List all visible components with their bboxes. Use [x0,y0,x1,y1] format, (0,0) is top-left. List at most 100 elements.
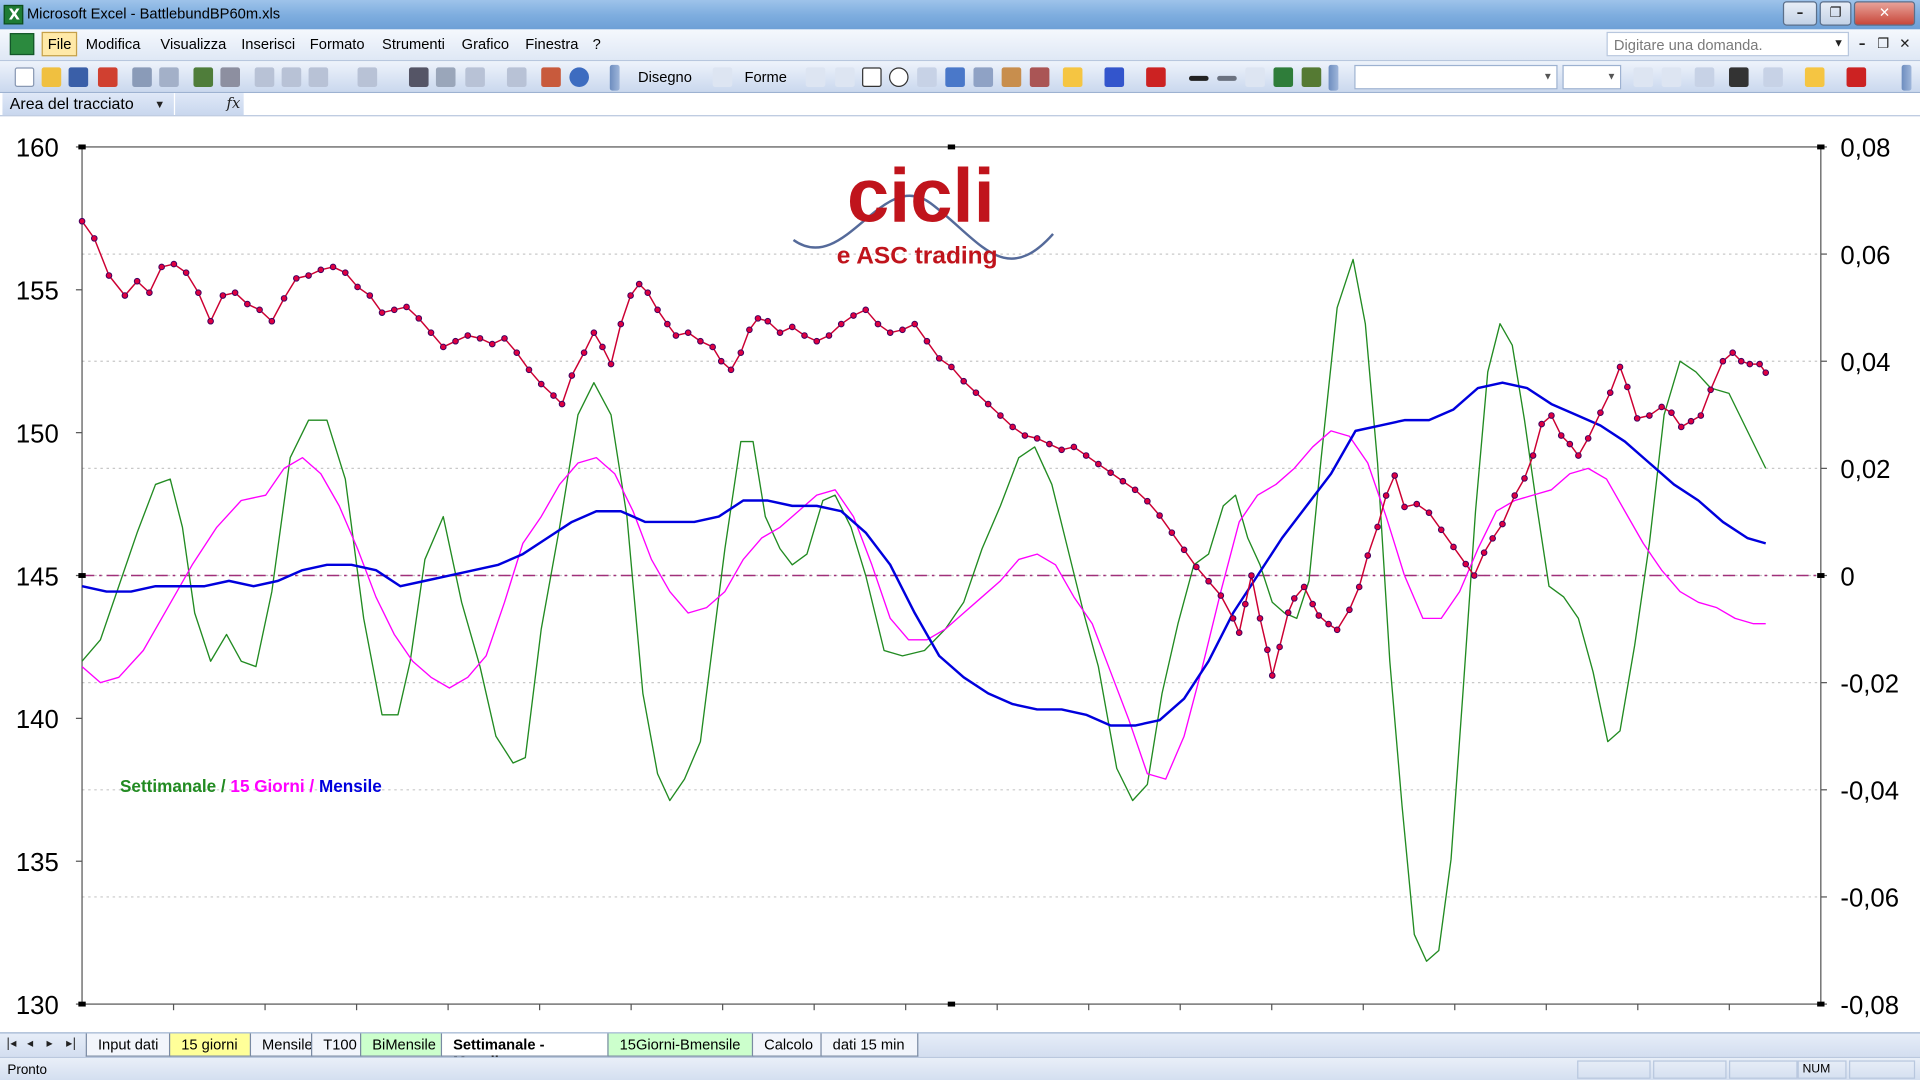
price-point[interactable] [1606,389,1614,396]
selection-handle[interactable] [78,144,86,150]
price-point[interactable] [1480,549,1488,556]
menu-file[interactable]: File [41,31,78,57]
price-point[interactable] [105,272,113,279]
price-point[interactable] [452,337,459,345]
font-size-select[interactable]: ▼ [1562,64,1622,90]
price-point[interactable] [746,326,753,334]
restore-button[interactable]: ❐ [1819,1,1852,26]
sort-icon[interactable] [506,67,527,87]
borders-icon[interactable] [1763,67,1783,87]
price-point[interactable] [1009,423,1016,431]
price-point[interactable] [825,332,833,339]
price-point[interactable] [1391,472,1399,479]
price-point[interactable] [1425,509,1433,516]
help-icon[interactable] [569,67,589,87]
price-point[interactable] [837,320,845,328]
forme-menu[interactable]: Forme [744,69,786,86]
price-point[interactable] [1729,349,1736,356]
doc-minimize-button[interactable]: – [1859,36,1866,52]
price-point[interactable] [1538,420,1545,428]
price-point[interactable] [1566,440,1574,448]
name-box[interactable]: Area del tracciato [2,93,174,116]
price-point[interactable] [1268,672,1276,679]
price-point[interactable] [644,289,652,296]
price-point[interactable] [1413,500,1421,508]
price-point[interactable] [488,340,496,348]
price-point[interactable] [1119,477,1127,485]
price-point[interactable] [1248,572,1255,579]
price-point[interactable] [1168,529,1176,536]
price-point[interactable] [654,306,661,314]
price-point[interactable] [1070,443,1078,451]
cut-icon[interactable] [254,67,275,87]
selection-handle[interactable] [78,1001,86,1007]
price-point[interactable] [1462,560,1470,568]
price-point[interactable] [1217,592,1225,599]
picture-icon[interactable] [1029,67,1050,87]
italic-icon[interactable] [1661,67,1682,87]
price-point[interactable] [427,329,435,336]
price-point[interactable] [1325,620,1332,628]
price-point[interactable] [617,320,625,328]
chevron-down-icon[interactable]: ▼ [154,98,165,110]
price-point[interactable] [727,366,735,374]
price-point[interactable] [121,292,129,299]
price-point[interactable] [1229,615,1237,622]
price-point[interactable] [1205,577,1212,585]
menu-strumenti[interactable]: Strumenti [382,36,445,53]
price-point[interactable] [415,315,423,322]
undo-icon[interactable] [357,67,378,87]
price-point[interactable] [1364,552,1372,559]
last-sheet-icon[interactable]: ▸| [66,1037,76,1050]
price-point[interactable] [801,332,808,339]
price-point[interactable] [737,349,745,356]
open-icon[interactable] [41,67,62,87]
price-point[interactable] [1300,583,1308,591]
font-name-select[interactable]: ▼ [1354,64,1558,90]
price-point[interactable] [886,329,894,336]
new-icon[interactable] [14,67,35,87]
price-point[interactable] [1719,357,1727,365]
line-icon[interactable] [805,67,826,87]
price-point[interactable] [1235,629,1243,636]
select-pointer-icon[interactable] [712,67,733,87]
price-point[interactable] [1616,363,1624,371]
series-line-price[interactable] [81,220,1767,677]
price-point[interactable] [501,335,508,342]
price-point[interactable] [1437,526,1445,534]
workbook-icon[interactable] [9,33,35,56]
price-point[interactable] [1707,386,1714,394]
price-point[interactable] [1264,646,1271,654]
price-point[interactable] [1677,423,1685,431]
price-point[interactable] [709,343,716,351]
price-point[interactable] [146,289,153,296]
arrow-icon[interactable] [835,67,855,87]
price-point[interactable] [1290,595,1298,602]
price-point[interactable] [590,329,598,336]
price-point[interactable] [1658,403,1665,411]
price-point[interactable] [305,272,312,279]
price-point[interactable] [1193,563,1200,571]
font-color-icon[interactable] [1146,67,1166,87]
sheet-tab[interactable]: Input dati [85,1033,172,1057]
price-point[interactable] [984,400,992,408]
insert-function-button[interactable]: fx [175,93,244,116]
price-point[interactable] [1756,360,1763,368]
autosum-icon[interactable] [465,67,485,87]
price-point[interactable] [182,269,190,276]
price-point[interactable] [1144,497,1151,505]
price-point[interactable] [776,329,784,336]
price-point[interactable] [664,320,671,328]
selection-handle[interactable] [78,573,86,578]
chart-area[interactable]: 160 155 150 145 140 135 130 0,08 0,06 0,04 0,02 0 -0… [0,117,1920,1033]
fill-color-2-icon[interactable] [1804,67,1825,87]
rectangle-icon[interactable] [862,67,882,87]
price-point[interactable] [207,317,214,325]
sheet-tab[interactable]: BiMensile [360,1033,444,1057]
price-point[interactable] [607,360,615,368]
copy-icon[interactable] [281,67,302,87]
price-point[interactable] [1082,452,1090,459]
price-point[interactable] [972,389,980,396]
arrow-style-icon[interactable] [1245,67,1265,87]
hyperlink-icon[interactable] [408,67,429,87]
